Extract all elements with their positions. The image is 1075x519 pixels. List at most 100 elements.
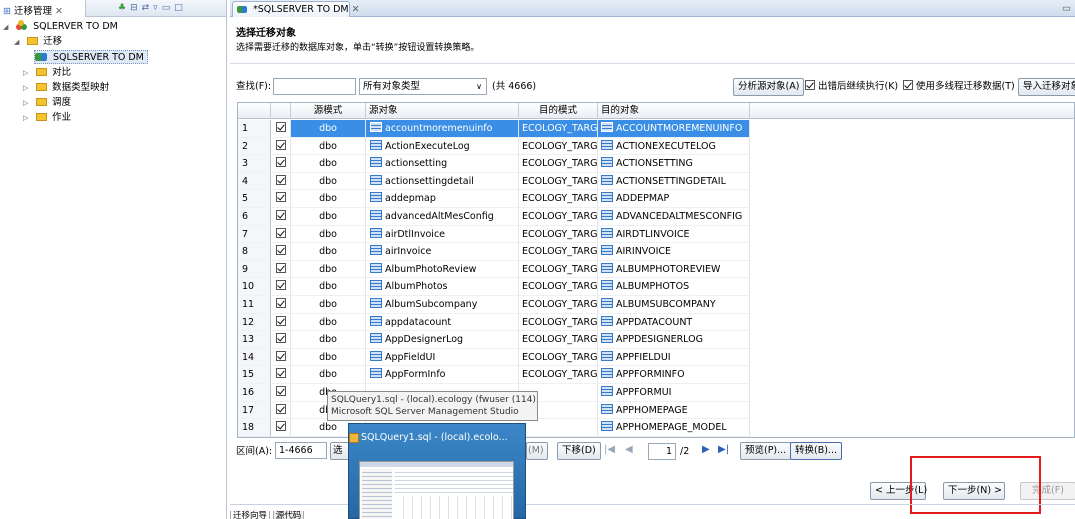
tree-item-project[interactable]: ◢ SQLERVER TO DM	[3, 20, 118, 34]
table-row[interactable]: 12 dbo appdatacount ECOLOGY_TARG APPDATACOUN…	[238, 313, 1074, 332]
close-icon[interactable]: ✕	[352, 4, 360, 15]
analyze-source-button[interactable]: 分析源对象(A)	[733, 78, 805, 96]
link-icon[interactable]: ⇄	[142, 3, 154, 13]
collapsed-icon[interactable]: ▷	[23, 66, 33, 80]
tab-migration-wizard[interactable]: 迁移向导	[230, 511, 271, 519]
select-button[interactable]: 选	[330, 442, 350, 460]
header-select[interactable]	[271, 103, 291, 119]
source-object-cell[interactable]: accountmoremenuinfo	[366, 120, 519, 138]
row-checkbox[interactable]	[271, 155, 291, 173]
object-type-select[interactable]: 所有对象类型 ∨	[359, 78, 487, 95]
source-object-cell[interactable]: appdatacount	[366, 313, 519, 332]
range-input[interactable]: 1-4666	[275, 442, 327, 459]
table-row[interactable]: 1 dbo accountmoremenuinfo ECOLOGY_TARG ACCOU…	[238, 120, 1074, 138]
table-row[interactable]: 15 dbo AppFormInfo ECOLOGY_TARG APPFORMINFO	[238, 366, 1074, 384]
target-object-cell[interactable]: ACTIONSETTINGDETAIL	[598, 172, 750, 191]
first-page-icon[interactable]: |◀	[604, 444, 615, 455]
collapse-icon[interactable]: ⊟	[130, 3, 142, 13]
view-menu-icon[interactable]: ▿	[153, 3, 162, 13]
collapsed-icon[interactable]: ▷	[23, 111, 33, 125]
target-object-cell[interactable]: ADVANCEDALTMESCONFIG	[598, 208, 750, 226]
row-checkbox[interactable]	[271, 208, 291, 226]
page-input[interactable]: 1	[648, 443, 676, 460]
source-object-cell[interactable]: AlbumSubcompany	[366, 296, 519, 314]
target-object-cell[interactable]: APPDATACOUNT	[598, 313, 750, 332]
table-row[interactable]: 3 dbo actionsetting ECOLOGY_TARG ACTIONSETTI…	[238, 155, 1074, 173]
tree-item-sqlserver-to-dm[interactable]: SQLSERVER TO DM	[34, 50, 148, 64]
tab-source-code[interactable]: 源代码	[272, 511, 305, 519]
new-project-icon[interactable]: ♣	[118, 3, 130, 13]
target-object-cell[interactable]: ACCOUNTMOREMENUINFO	[598, 120, 750, 138]
expanded-icon[interactable]: ◢	[14, 35, 24, 49]
target-object-cell[interactable]: ADDEPMAP	[598, 190, 750, 208]
target-object-cell[interactable]: ALBUMPHOTOS	[598, 278, 750, 296]
row-checkbox[interactable]	[271, 137, 291, 156]
source-object-cell[interactable]: AppFormInfo	[366, 366, 519, 384]
table-row[interactable]: 14 dbo AppFieldUI ECOLOGY_TARG APPFIELDUI	[238, 348, 1074, 367]
row-checkbox[interactable]	[271, 348, 291, 367]
row-checkbox[interactable]	[271, 120, 291, 138]
source-object-cell[interactable]: airInvoice	[366, 243, 519, 261]
target-object-cell[interactable]: APPFORMUI	[598, 384, 750, 402]
tab-sqlserver-to-dm[interactable]: *SQLSERVER TO DM ✕	[232, 1, 360, 17]
table-row[interactable]: 11 dbo AlbumSubcompany ECOLOGY_TARG ALBUMSUB…	[238, 296, 1074, 314]
header-target-schema[interactable]: 目的模式	[519, 103, 598, 119]
source-object-cell[interactable]: AppFieldUI	[366, 348, 519, 367]
source-object-cell[interactable]: airDtlInvoice	[366, 225, 519, 244]
maximize-icon[interactable]: □	[174, 3, 187, 13]
row-checkbox[interactable]	[271, 190, 291, 208]
tree-item-jobs[interactable]: ▷ 作业	[23, 111, 71, 125]
search-input[interactable]	[273, 78, 356, 95]
source-object-cell[interactable]: AlbumPhotoReview	[366, 260, 519, 279]
row-checkbox[interactable]	[271, 296, 291, 314]
move-down-button[interactable]: 下移(D)	[557, 442, 601, 460]
source-object-cell[interactable]: ActionExecuteLog	[366, 137, 519, 156]
table-row[interactable]: 9 dbo AlbumPhotoReview ECOLOGY_TARG ALBUMPHO…	[238, 260, 1074, 279]
row-checkbox[interactable]	[271, 401, 291, 420]
preview-button[interactable]: 预览(P)...	[740, 442, 792, 460]
target-object-cell[interactable]: APPDESIGNERLOG	[598, 331, 750, 349]
table-row[interactable]: 13 dbo AppDesignerLog ECOLOGY_TARG APPDESIGN…	[238, 331, 1074, 349]
target-object-cell[interactable]: APPFORMINFO	[598, 366, 750, 384]
row-checkbox[interactable]	[271, 278, 291, 296]
target-object-cell[interactable]: ACTIONEXECUTELOG	[598, 137, 750, 156]
tree-item-datatype-mapping[interactable]: ▷ 数据类型映射	[23, 81, 109, 95]
row-checkbox[interactable]	[271, 172, 291, 191]
continue-on-error-checkbox[interactable]: 出错后继续执行(K)	[805, 80, 898, 94]
target-object-cell[interactable]: APPFIELDUI	[598, 348, 750, 367]
collapsed-icon[interactable]: ▷	[23, 81, 33, 95]
table-row[interactable]: 4 dbo actionsettingdetail ECOLOGY_TARG ACTIO…	[238, 172, 1074, 191]
source-object-cell[interactable]: AppDesignerLog	[366, 331, 519, 349]
close-icon[interactable]: ✕	[55, 6, 63, 17]
target-object-cell[interactable]: ALBUMSUBCOMPANY	[598, 296, 750, 314]
import-objects-button[interactable]: 导入迁移对象	[1018, 78, 1075, 96]
header-source-object[interactable]: 源对象	[366, 103, 519, 119]
source-object-cell[interactable]: AlbumPhotos	[366, 278, 519, 296]
table-row[interactable]: 5 dbo addepmap ECOLOGY_TARG ADDEPMAP	[238, 190, 1074, 208]
target-object-cell[interactable]: ALBUMPHOTOREVIEW	[598, 260, 750, 279]
header-source-schema[interactable]: 源模式	[291, 103, 366, 119]
source-object-cell[interactable]: actionsetting	[366, 155, 519, 173]
expanded-icon[interactable]: ◢	[3, 20, 13, 34]
table-row[interactable]: 6 dbo advancedAltMesConfig ECOLOGY_TARG ADVA…	[238, 208, 1074, 226]
tree-item-migration[interactable]: ◢ 迁移	[14, 35, 62, 49]
row-checkbox[interactable]	[271, 260, 291, 279]
prev-page-icon[interactable]: ◀	[625, 444, 633, 455]
row-checkbox[interactable]	[271, 331, 291, 349]
convert-button[interactable]: 转换(B)...	[790, 442, 842, 460]
row-checkbox[interactable]	[271, 225, 291, 244]
source-object-cell[interactable]: actionsettingdetail	[366, 172, 519, 191]
table-row[interactable]: 8 dbo airInvoice ECOLOGY_TARG AIRINVOICE	[238, 243, 1074, 261]
row-checkbox[interactable]	[271, 313, 291, 332]
source-object-cell[interactable]: addepmap	[366, 190, 519, 208]
table-row[interactable]: 10 dbo AlbumPhotos ECOLOGY_TARG ALBUMPHOTOS	[238, 278, 1074, 296]
move-up-button[interactable]: (M)	[526, 442, 548, 460]
multithread-checkbox[interactable]: 使用多线程迁移数据(T)	[903, 80, 1015, 94]
minimize-icon[interactable]: ▭	[1062, 3, 1071, 14]
target-object-cell[interactable]: AIRINVOICE	[598, 243, 750, 261]
row-checkbox[interactable]	[271, 419, 291, 437]
last-page-icon[interactable]: ▶|	[718, 444, 729, 455]
tree-item-schedule[interactable]: ▷ 调度	[23, 96, 71, 110]
tree-item-compare[interactable]: ▷ 对比	[23, 66, 71, 80]
target-object-cell[interactable]: AIRDTLINVOICE	[598, 225, 750, 244]
